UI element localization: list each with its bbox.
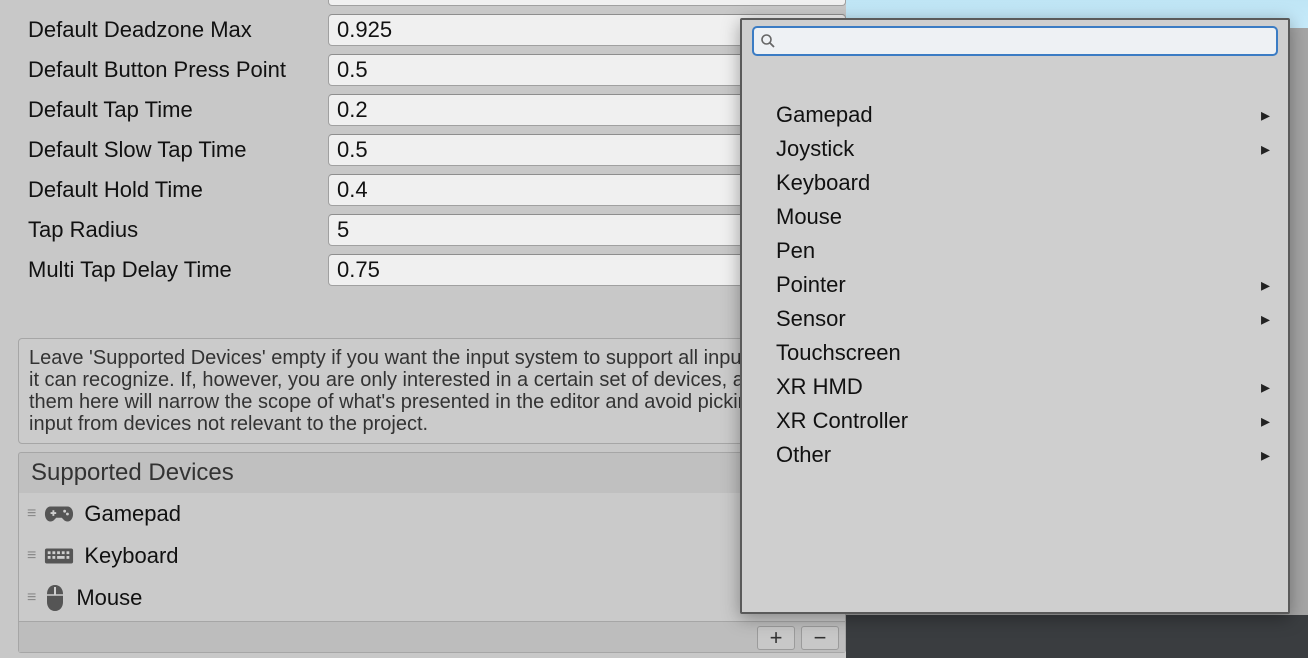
device-option[interactable]: Mouse [742,200,1288,234]
device-option[interactable]: Pointer ▸ [742,268,1288,302]
gamepad-icon [44,503,74,525]
device-option[interactable]: Sensor ▸ [742,302,1288,336]
list-item-label: Gamepad [84,501,181,527]
mouse-icon [44,584,66,612]
device-option[interactable]: Keyboard [742,166,1288,200]
list-item[interactable]: ≡ Keyboard [19,535,845,577]
device-option-label: Other [776,442,831,468]
add-device-button[interactable]: + [757,626,795,650]
keyboard-icon [44,545,74,567]
label-deadzone-max: Default Deadzone Max [18,17,328,43]
row-tap-time: Default Tap Time [18,90,846,130]
list-item[interactable]: ≡ Mouse [19,577,845,619]
device-option-label: Touchscreen [776,340,901,366]
row-hold-time: Default Hold Time [18,170,846,210]
field-deadzone-min[interactable] [328,0,846,6]
input-settings-panel: Default Deadzone Min Default Deadzone Ma… [18,0,846,653]
label-slow-tap: Default Slow Tap Time [18,137,328,163]
row-multi-tap: Multi Tap Delay Time [18,250,846,290]
chevron-right-icon: ▸ [1261,309,1270,330]
device-option-label: XR Controller [776,408,908,434]
list-item-label: Keyboard [84,543,178,569]
drag-handle-icon[interactable]: ≡ [27,589,34,607]
device-option[interactable]: XR HMD ▸ [742,370,1288,404]
label-tap-radius: Tap Radius [18,217,328,243]
row-deadzone-max: Default Deadzone Max [18,10,846,50]
supported-devices-header: Supported Devices [18,452,846,493]
device-option-label: Mouse [776,204,842,230]
device-search[interactable] [752,26,1278,56]
label-deadzone-min: Default Deadzone Min [18,0,328,3]
chevron-right-icon: ▸ [1261,445,1270,466]
chevron-right-icon: ▸ [1261,139,1270,160]
device-option-label: Gamepad [776,102,873,128]
label-tap-time: Default Tap Time [18,97,328,123]
drag-handle-icon[interactable]: ≡ [27,505,34,523]
search-icon [760,33,776,49]
device-option[interactable]: Touchscreen [742,336,1288,370]
device-search-input[interactable] [776,30,1270,53]
device-option-label: XR HMD [776,374,863,400]
device-option[interactable]: Joystick ▸ [742,132,1288,166]
drag-handle-icon[interactable]: ≡ [27,547,34,565]
row-slow-tap: Default Slow Tap Time [18,130,846,170]
device-picker-popup: Gamepad ▸ Joystick ▸ Keyboard Mouse Pen Pointer… [740,18,1290,614]
label-hold-time: Default Hold Time [18,177,328,203]
device-option-label: Sensor [776,306,846,332]
device-option[interactable]: Other ▸ [742,438,1288,472]
label-multi-tap: Multi Tap Delay Time [18,257,328,283]
chevron-right-icon: ▸ [1261,275,1270,296]
supported-devices-list: ≡ Gamepad ≡ Keyboard ≡ [18,493,846,653]
list-item-label: Mouse [76,585,142,611]
help-box: Leave 'Supported Devices' empty if you w… [18,338,846,444]
chevron-right-icon: ▸ [1261,377,1270,398]
device-option-label: Joystick [776,136,854,162]
device-option-label: Pointer [776,272,846,298]
device-option[interactable]: Gamepad ▸ [742,98,1288,132]
chevron-right-icon: ▸ [1261,411,1270,432]
row-tap-radius: Tap Radius [18,210,846,250]
device-option[interactable]: Pen [742,234,1288,268]
list-footer: + − [19,621,845,652]
list-item[interactable]: ≡ Gamepad [19,493,845,535]
remove-device-button[interactable]: − [801,626,839,650]
row-deadzone-min: Default Deadzone Min [18,0,846,10]
row-press-point: Default Button Press Point [18,50,846,90]
device-option[interactable]: XR Controller ▸ [742,404,1288,438]
label-press-point: Default Button Press Point [18,57,328,83]
device-option-label: Keyboard [776,170,870,196]
chevron-right-icon: ▸ [1261,105,1270,126]
device-option-label: Pen [776,238,815,264]
